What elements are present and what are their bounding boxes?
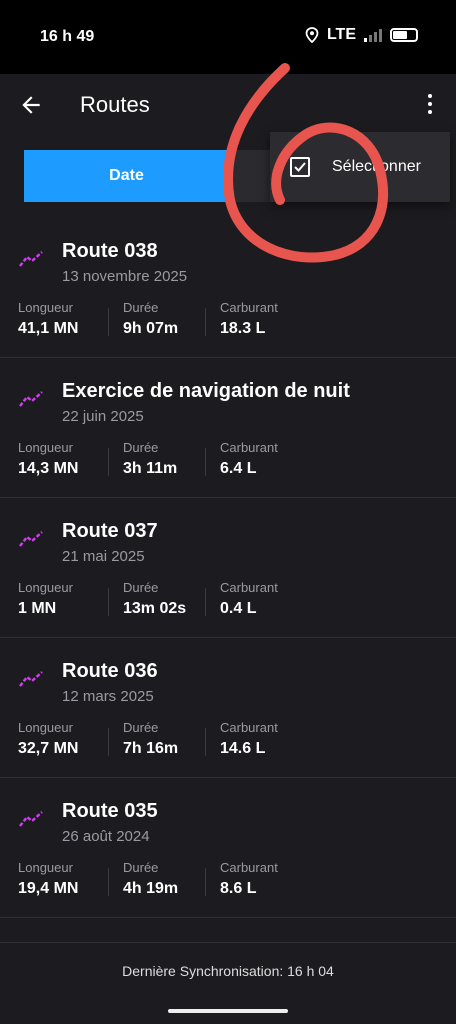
duration-value: 9h 07m bbox=[123, 320, 179, 337]
fuel-label: Carburant bbox=[220, 580, 278, 595]
route-date: 26 août 2024 bbox=[62, 828, 150, 845]
list-item[interactable]: Exercice de navigation de nuit 22 juin 2… bbox=[0, 358, 456, 498]
duration-label: Durée bbox=[123, 440, 159, 455]
fuel-label: Carburant bbox=[220, 440, 278, 455]
route-stats: Longueur 14,3 MN Durée 3h 11m Carburant 6.4… bbox=[18, 440, 278, 478]
fuel-value: 6.4 L bbox=[220, 460, 257, 477]
duration-label: Durée bbox=[123, 860, 159, 875]
route-icon bbox=[19, 531, 43, 547]
status-icons: LTE bbox=[305, 26, 418, 44]
route-title: Route 035 bbox=[62, 800, 158, 822]
route-icon bbox=[19, 251, 43, 267]
route-stats: Longueur 41,1 MN Durée 9h 07m Carburant 18.… bbox=[18, 300, 278, 338]
length-value: 1 MN bbox=[18, 600, 57, 617]
route-date: 13 novembre 2025 bbox=[62, 268, 188, 285]
length-value: 19,4 MN bbox=[18, 880, 79, 897]
back-button[interactable] bbox=[18, 92, 48, 122]
fuel-label: Carburant bbox=[220, 860, 278, 875]
list-item[interactable]: Route 035 26 août 2024 Longueur 19,4 MN D… bbox=[0, 778, 456, 918]
arrow-back-icon bbox=[22, 96, 40, 114]
checkbox-icon bbox=[290, 157, 310, 177]
route-date: 22 juin 2025 bbox=[62, 408, 144, 425]
sync-status: Dernière Synchronisation: 16 h 04 bbox=[122, 963, 334, 979]
fuel-value: 8.6 L bbox=[220, 880, 257, 897]
list-item[interactable]: Route 038 13 novembre 2025 Longueur 41,1 … bbox=[0, 218, 456, 358]
tab-date[interactable]: Date bbox=[24, 150, 229, 202]
route-stats: Longueur 32,7 MN Durée 7h 16m Carburant 14.… bbox=[18, 720, 278, 758]
length-label: Longueur bbox=[18, 580, 73, 595]
duration-value: 3h 11m bbox=[123, 460, 178, 477]
fuel-value: 14.6 L bbox=[220, 740, 266, 757]
route-icon bbox=[19, 671, 43, 687]
route-title: Route 038 bbox=[62, 240, 158, 262]
battery-icon bbox=[390, 28, 418, 42]
length-value: 41,1 MN bbox=[18, 320, 79, 337]
home-indicator[interactable] bbox=[168, 1009, 288, 1013]
route-stats: Longueur 1 MN Durée 13m 02s Carburant 0.4 L bbox=[18, 580, 278, 618]
fuel-value: 18.3 L bbox=[220, 320, 266, 337]
menu-item-label: Sélectionner bbox=[332, 158, 421, 175]
duration-value: 13m 02s bbox=[123, 600, 187, 617]
route-title: Route 037 bbox=[62, 520, 158, 542]
route-icon bbox=[19, 391, 43, 407]
network-type: LTE bbox=[326, 26, 356, 43]
sync-footer: Dernière Synchronisation: 16 h 04 bbox=[0, 942, 456, 1024]
route-icon bbox=[19, 811, 43, 827]
signal-icon bbox=[364, 28, 382, 42]
fuel-label: Carburant bbox=[220, 720, 278, 735]
duration-label: Durée bbox=[123, 580, 159, 595]
length-label: Longueur bbox=[18, 440, 73, 455]
duration-value: 7h 16m bbox=[123, 740, 179, 757]
route-list: Route 038 13 novembre 2025 Longueur 41,1 … bbox=[0, 218, 456, 942]
length-label: Longueur bbox=[18, 860, 73, 875]
page-title: Routes bbox=[80, 92, 150, 117]
duration-label: Durée bbox=[123, 720, 159, 735]
route-date: 12 mars 2025 bbox=[62, 688, 154, 705]
length-value: 14,3 MN bbox=[18, 460, 79, 477]
route-title: Route 036 bbox=[62, 660, 158, 682]
location-icon bbox=[305, 27, 319, 43]
fuel-label: Carburant bbox=[220, 300, 278, 315]
status-time: 16 h 49 bbox=[40, 28, 95, 45]
route-stats: Longueur 19,4 MN Durée 4h 19m Carburant 8.6… bbox=[18, 860, 278, 898]
length-value: 32,7 MN bbox=[18, 740, 79, 757]
menu-item-select[interactable]: Sélectionner bbox=[270, 132, 450, 202]
length-label: Longueur bbox=[18, 300, 73, 315]
duration-label: Durée bbox=[123, 300, 159, 315]
route-date: 21 mai 2025 bbox=[62, 548, 145, 565]
list-item[interactable]: Route 037 21 mai 2025 Longueur 1 MN Durée… bbox=[0, 498, 456, 638]
overflow-menu: Sélectionner bbox=[270, 132, 450, 202]
route-title: Exercice de navigation de nuit bbox=[62, 380, 350, 402]
more-options-button[interactable] bbox=[426, 94, 434, 118]
length-label: Longueur bbox=[18, 720, 73, 735]
list-item[interactable]: Route 036 12 mars 2025 Longueur 32,7 MN D… bbox=[0, 638, 456, 778]
fuel-value: 0.4 L bbox=[220, 600, 257, 617]
duration-value: 4h 19m bbox=[123, 880, 179, 897]
status-bar: 16 h 49 LTE bbox=[0, 0, 456, 74]
